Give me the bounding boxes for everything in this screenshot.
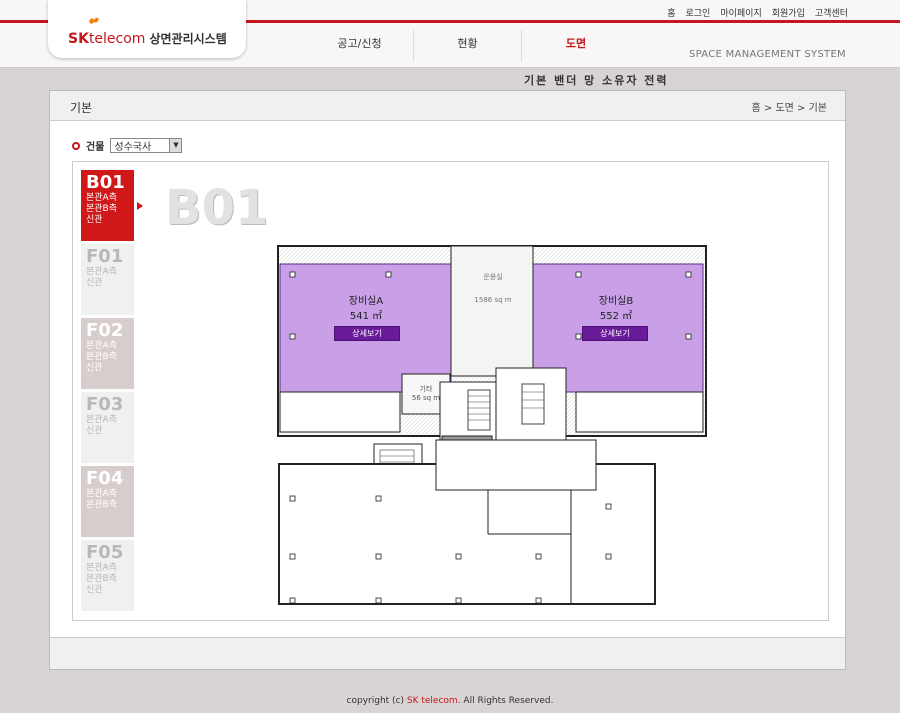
floor-tab-f03[interactable]: F03 본관A측 신관 bbox=[81, 392, 134, 463]
floor-tab-section: 본관B측 bbox=[86, 204, 118, 214]
floor-tab-f01[interactable]: F01 본관A측 신관 bbox=[81, 244, 134, 315]
floor-tab-code: F03 bbox=[86, 394, 124, 415]
floor-tab-f02[interactable]: F02 본관A측 본관B측 신관 bbox=[81, 318, 134, 389]
util-link-mypage[interactable]: 마이페이지 bbox=[720, 6, 761, 19]
room-b-label: 장비실B 552 ㎡ bbox=[576, 292, 656, 322]
room-a-label: 장비실A 541 ㎡ bbox=[326, 292, 406, 322]
logo-tab bbox=[48, 0, 246, 58]
floor-tab-section: 본관A측 bbox=[86, 341, 117, 351]
floor-tab-section: 신관 bbox=[86, 585, 103, 595]
small-room-name: 기타 bbox=[419, 385, 433, 393]
floor-tab-section: 본관A측 bbox=[86, 563, 117, 573]
logo-system-name: 상면관리시스템 bbox=[149, 32, 227, 46]
floor-tab-f04[interactable]: F04 본관A측 본관B측 bbox=[81, 466, 134, 537]
floor-tab-code: F01 bbox=[86, 246, 124, 267]
building-select-value: 성수국사 bbox=[114, 142, 152, 153]
building-label: 건물 bbox=[86, 142, 105, 153]
floor-tab-section: 본관A측 bbox=[86, 193, 117, 203]
chevron-down-icon[interactable]: ▼ bbox=[169, 139, 182, 152]
page-title: 기본 bbox=[70, 101, 93, 115]
util-link-join[interactable]: 회원가입 bbox=[772, 6, 805, 19]
floor-tab-b01[interactable]: B01 본관A측 본관B측 신관 bbox=[81, 170, 134, 241]
small-room-area: 56 sq m bbox=[411, 394, 441, 402]
center-room-name: 운용실 bbox=[483, 273, 503, 281]
current-floor-label: B01 bbox=[165, 180, 269, 236]
room-b-area: 552 ㎡ bbox=[599, 311, 633, 322]
small-room-label: 기타 56 sq m bbox=[404, 384, 448, 402]
copyright: copyright (c) SK telecom. All Rights Res… bbox=[0, 696, 900, 706]
floor-tab-section: 본관A측 bbox=[86, 267, 117, 277]
util-link-support[interactable]: 고객센터 bbox=[815, 6, 848, 19]
main-nav: 공고/신청 현황 도면 bbox=[306, 30, 630, 62]
room-b-detail-button[interactable]: 상세보기 bbox=[582, 326, 648, 341]
sk-butterfly-icon bbox=[89, 17, 99, 24]
floor-tab-section: 신관 bbox=[86, 215, 103, 225]
floor-plan: 장비실A 541 ㎡ 상세보기 장비실B 552 ㎡ 상세보기 운용실 1586… bbox=[276, 244, 708, 610]
sub-nav[interactable]: 기본 밴더 망 소유자 전력 bbox=[524, 72, 669, 88]
nav-status[interactable]: 현황 bbox=[414, 30, 522, 62]
floor-tab-section: 본관A측 bbox=[86, 415, 117, 425]
floor-tab-section: 신관 bbox=[86, 278, 103, 288]
floor-tab-section: 본관B측 bbox=[86, 352, 118, 362]
panel-header: 기본 홈 > 도면 > 기본 bbox=[50, 91, 845, 121]
logo[interactable]: SKtelecom 상면관리시스템 bbox=[68, 30, 227, 47]
floor-tab-section: 본관A측 bbox=[86, 489, 117, 499]
room-b-name: 장비실B bbox=[598, 296, 634, 307]
floorplan-box: B01 본관A측 본관B측 신관 F01 본관A측 신관 F02 본관A측 본관B측 신관 F03 본관… bbox=[72, 161, 829, 621]
panel-footer bbox=[50, 637, 845, 669]
floor-tab-code: B01 bbox=[86, 172, 125, 193]
copyright-suffix: . All Rights Reserved. bbox=[457, 696, 554, 706]
util-link-login[interactable]: 로그인 bbox=[686, 6, 711, 19]
nav-notice-apply[interactable]: 공고/신청 bbox=[306, 30, 414, 62]
copyright-brand[interactable]: SK telecom bbox=[407, 696, 458, 706]
floor-tab-code: F04 bbox=[86, 468, 124, 489]
breadcrumb: 홈 > 도면 > 기본 bbox=[751, 103, 827, 114]
pointer-arrow-icon bbox=[137, 202, 143, 210]
center-room-label: 운용실 1586 sq m bbox=[462, 272, 524, 304]
center-room-area: 1586 sq m bbox=[474, 296, 512, 304]
nav-floorplan[interactable]: 도면 bbox=[522, 30, 630, 62]
floor-tab-f05[interactable]: F05 본관A측 본관B측 신관 bbox=[81, 540, 134, 611]
floor-tab-section: 신관 bbox=[86, 426, 103, 436]
logo-sk: SK bbox=[68, 31, 89, 47]
building-selector-row: 건물 성수국사 ▼ bbox=[72, 138, 183, 153]
main-panel: 기본 홈 > 도면 > 기본 건물 성수국사 ▼ B01 본관A측 본관B측 신관 F0… bbox=[49, 90, 846, 670]
floor-tab-section: 본관B측 bbox=[86, 574, 118, 584]
floor-tab-code: F02 bbox=[86, 320, 124, 341]
system-subtitle: SPACE MANAGEMENT SYSTEM bbox=[688, 49, 846, 60]
room-a-detail-button[interactable]: 상세보기 bbox=[334, 326, 400, 341]
floor-tab-section: 본관B측 bbox=[86, 500, 118, 510]
floor-tab-section: 신관 bbox=[86, 363, 103, 373]
building-select[interactable]: 성수국사 ▼ bbox=[110, 138, 183, 153]
copyright-prefix: copyright (c) bbox=[346, 696, 407, 706]
room-a-area: 541 ㎡ bbox=[349, 311, 383, 322]
room-a-name: 장비실A bbox=[348, 296, 384, 307]
floor-tab-code: F05 bbox=[86, 542, 124, 563]
util-link-home[interactable]: 홈 bbox=[667, 6, 675, 19]
utility-links: 홈 로그인 마이페이지 회원가입 고객센터 bbox=[667, 6, 848, 19]
logo-telecom: telecom bbox=[88, 31, 146, 47]
bullet-icon bbox=[72, 141, 80, 150]
